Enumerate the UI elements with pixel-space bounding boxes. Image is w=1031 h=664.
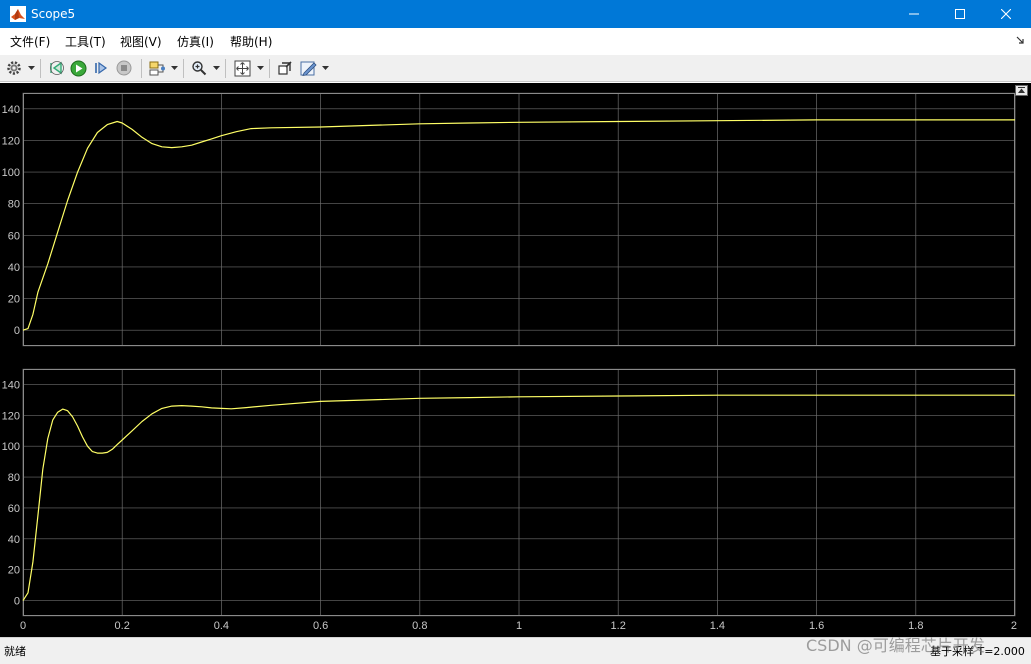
x-tick-label: 0.8 <box>412 620 427 632</box>
top-axes[interactable]: 0 20 40 60 80 100 120 140 <box>2 92 1016 347</box>
scope-plots: 0 20 40 60 80 100 120 140 0 20 40 60 80 100 120 140 0 0.… <box>2 92 1017 632</box>
y-tick-label: 0 <box>14 325 20 337</box>
y-tick-label: 100 <box>2 441 20 453</box>
watermark-text: CSDN @可编程芯片开发 <box>806 636 985 655</box>
x-tick-label: 0.2 <box>115 620 130 632</box>
y-tick-label: 100 <box>2 167 20 179</box>
y-tick-label: 140 <box>2 379 20 391</box>
y-tick-label: 80 <box>8 472 20 484</box>
x-tick-label: 0.4 <box>214 620 229 632</box>
x-tick-label: 1.4 <box>710 620 725 632</box>
x-tick-label: 0.6 <box>313 620 328 632</box>
y-tick-label: 60 <box>8 503 20 515</box>
y-tick-label: 120 <box>2 135 20 147</box>
x-tick-label: 2 <box>1011 620 1017 632</box>
status-text: 就绪 <box>4 645 26 658</box>
y-tick-label: 20 <box>8 294 20 306</box>
x-tick-label: 0 <box>20 620 26 632</box>
x-tick-label: 1.6 <box>809 620 824 632</box>
y-tick-label: 120 <box>2 410 20 422</box>
y-tick-label: 60 <box>8 230 20 242</box>
x-tick-label: 1 <box>516 620 522 632</box>
y-tick-label: 0 <box>14 596 20 608</box>
y-tick-label: 40 <box>8 534 20 546</box>
bottom-axes[interactable]: 0 20 40 60 80 100 120 140 0 0.2 0.4 0.6 0.8 1 1.2 1.4 1.… <box>2 368 1017 632</box>
y-tick-label: 140 <box>2 104 20 116</box>
y-tick-label: 40 <box>8 262 20 274</box>
y-tick-label: 20 <box>8 565 20 577</box>
y-tick-label: 80 <box>8 199 20 211</box>
x-tick-label: 1.8 <box>908 620 923 632</box>
x-tick-label: 1.2 <box>611 620 626 632</box>
